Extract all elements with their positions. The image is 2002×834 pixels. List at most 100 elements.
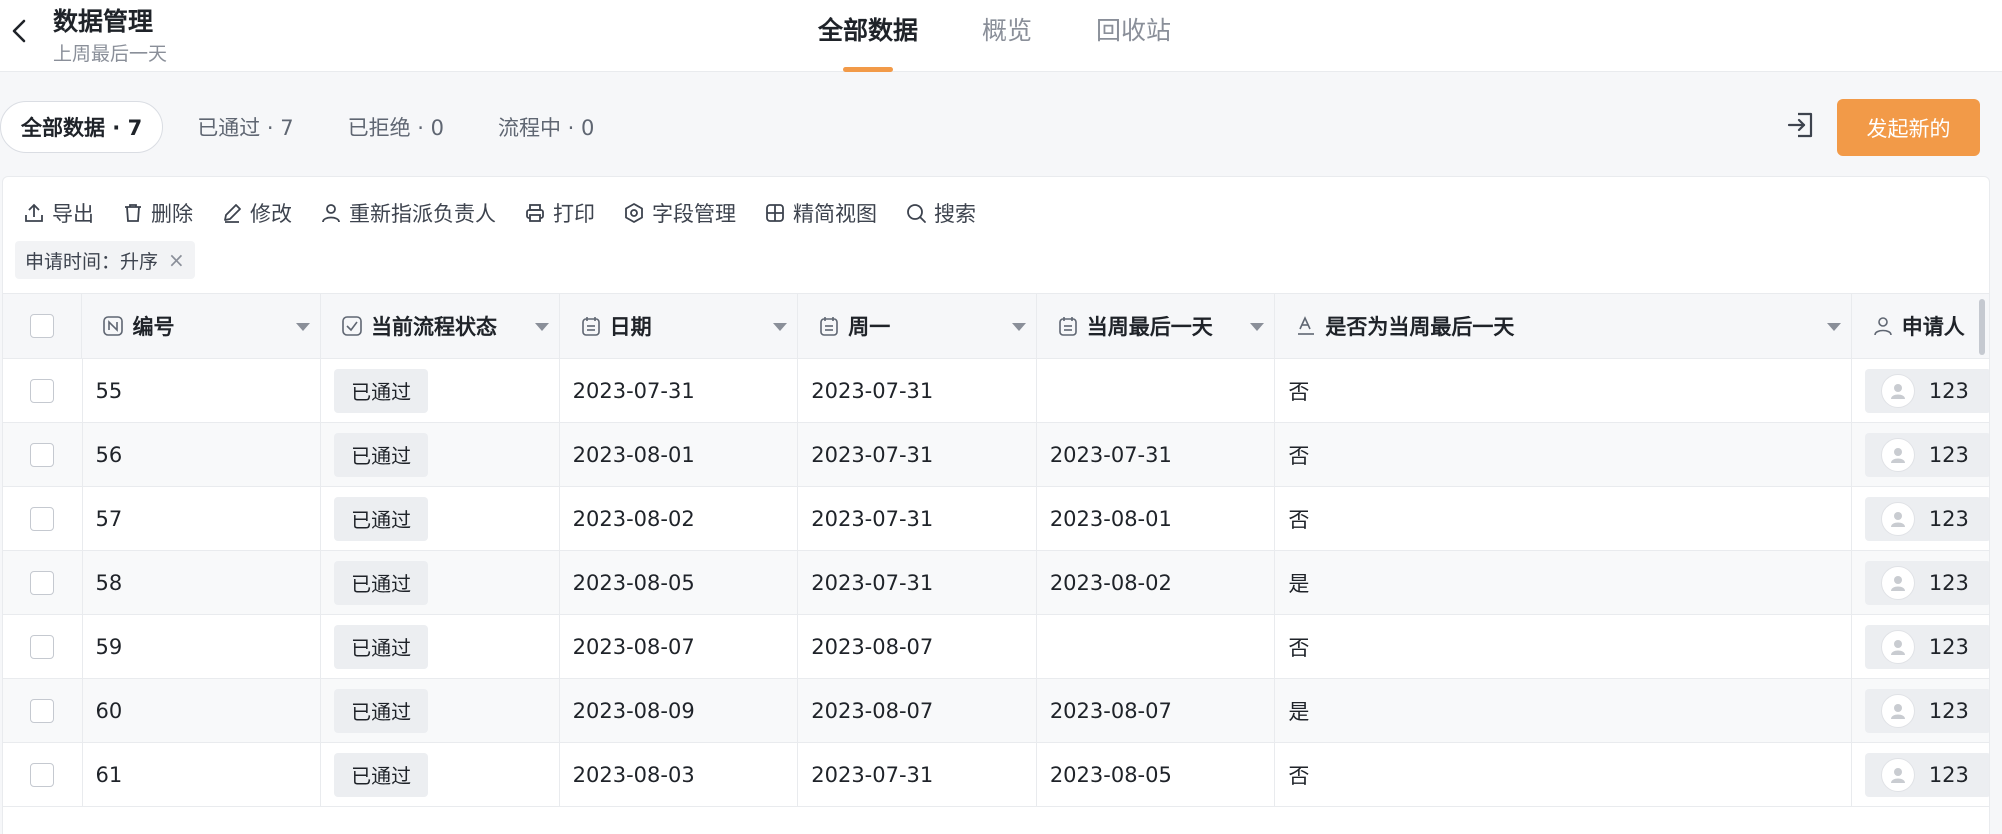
row-checkbox[interactable] bbox=[30, 506, 55, 531]
sort-caret-icon[interactable] bbox=[1826, 323, 1841, 331]
sort-caret-icon[interactable] bbox=[1250, 323, 1265, 331]
data-table: 编号 当前流程状态 日期 周一 当周最后一天 是否为当周最后一天 申请人 55 … bbox=[3, 293, 1989, 807]
tab-all-data[interactable]: 全部数据 bbox=[818, 0, 918, 72]
cell-week-last bbox=[1037, 615, 1276, 678]
cell-monday: 2023-07-31 bbox=[798, 551, 1037, 614]
applicant-chip[interactable]: 123 bbox=[1864, 368, 1989, 413]
cell-id: 55 bbox=[83, 359, 322, 422]
cell-monday: 2023-07-31 bbox=[798, 423, 1037, 486]
row-checkbox[interactable] bbox=[30, 442, 55, 467]
applicant-name: 123 bbox=[1928, 378, 1969, 403]
back-button[interactable] bbox=[6, 12, 32, 50]
upload-icon bbox=[25, 203, 43, 222]
sort-caret-icon[interactable] bbox=[773, 323, 788, 331]
print-button[interactable]: 打印 bbox=[524, 198, 595, 228]
export-button[interactable]: 导出 bbox=[23, 198, 94, 228]
status-filters: 全部数据 · 7 已通过 · 7 已拒绝 · 0 流程中 · 0 bbox=[0, 100, 628, 154]
applicant-chip[interactable]: 123 bbox=[1864, 688, 1989, 733]
page-title: 数据管理 bbox=[53, 7, 154, 36]
sort-chip: 申请时间：升序 × bbox=[15, 241, 195, 279]
cell-week-last: 2023-08-02 bbox=[1037, 551, 1276, 614]
row-checkbox[interactable] bbox=[30, 698, 55, 723]
cell-monday: 2023-07-31 bbox=[798, 487, 1037, 550]
column-header-date[interactable]: 日期 bbox=[560, 294, 799, 358]
row-select-cell bbox=[3, 423, 83, 486]
avatar-icon bbox=[1890, 383, 1905, 399]
row-select-cell bbox=[3, 551, 83, 614]
applicant-chip[interactable]: 123 bbox=[1864, 432, 1989, 477]
filter-rejected[interactable]: 已拒绝 · 0 bbox=[328, 101, 464, 153]
column-header-id[interactable]: 编号 bbox=[82, 294, 322, 358]
edit-button[interactable]: 修改 bbox=[221, 198, 292, 228]
table-row[interactable]: 55 已通过 2023-07-31 2023-07-31 否 123 bbox=[3, 359, 1989, 423]
avatar bbox=[1880, 437, 1915, 472]
sort-caret-icon[interactable] bbox=[1011, 323, 1026, 331]
select-all-checkbox[interactable] bbox=[30, 314, 55, 338]
search-label: 搜索 bbox=[934, 202, 976, 226]
row-checkbox[interactable] bbox=[30, 570, 55, 595]
column-header-week-last[interactable]: 当周最后一天 bbox=[1037, 294, 1276, 358]
user-icon bbox=[322, 204, 340, 223]
row-checkbox[interactable] bbox=[30, 762, 55, 787]
column-header-applicant[interactable]: 申请人 bbox=[1852, 294, 1989, 358]
search-button[interactable]: 搜索 bbox=[905, 198, 976, 228]
cell-monday: 2023-07-31 bbox=[798, 743, 1037, 806]
field-manage-label: 字段管理 bbox=[652, 202, 736, 226]
table-row[interactable]: 57 已通过 2023-08-02 2023-07-31 2023-08-01 … bbox=[3, 487, 1989, 551]
view-tabs: 全部数据 概览 回收站 bbox=[818, 0, 1235, 72]
cell-is-last: 否 bbox=[1275, 359, 1852, 422]
column-label: 当周最后一天 bbox=[1086, 315, 1213, 339]
applicant-chip[interactable]: 123 bbox=[1864, 496, 1989, 541]
close-icon[interactable]: × bbox=[168, 248, 185, 272]
top-header: 数据管理 上周最后一天 全部数据 概览 回收站 bbox=[0, 0, 2002, 72]
row-select-cell bbox=[3, 679, 83, 742]
cell-id: 57 bbox=[83, 487, 322, 550]
filter-in-progress[interactable]: 流程中 · 0 bbox=[478, 101, 614, 153]
avatar bbox=[1880, 501, 1915, 536]
cell-applicant: 123 bbox=[1852, 359, 1989, 422]
column-header-status[interactable]: 当前流程状态 bbox=[321, 294, 560, 358]
row-select-cell bbox=[3, 743, 83, 806]
cell-date: 2023-08-05 bbox=[560, 551, 799, 614]
table-row[interactable]: 59 已通过 2023-08-07 2023-08-07 否 123 bbox=[3, 615, 1989, 679]
applicant-chip[interactable]: 123 bbox=[1864, 752, 1989, 797]
table-row[interactable]: 58 已通过 2023-08-05 2023-07-31 2023-08-02 … bbox=[3, 551, 1989, 615]
cell-is-last: 是 bbox=[1275, 551, 1852, 614]
grid-icon bbox=[766, 204, 784, 222]
row-checkbox[interactable] bbox=[30, 378, 55, 403]
sort-chip-label: 申请时间：升序 bbox=[25, 250, 159, 273]
table-row[interactable]: 61 已通过 2023-08-03 2023-07-31 2023-08-05 … bbox=[3, 743, 1989, 807]
row-checkbox[interactable] bbox=[30, 634, 55, 659]
cell-status: 已通过 bbox=[321, 487, 560, 550]
tab-overview[interactable]: 概览 bbox=[982, 0, 1032, 72]
horizontal-scrollbar[interactable] bbox=[1979, 299, 1985, 355]
compact-view-label: 精简视图 bbox=[793, 202, 877, 226]
row-select-cell bbox=[3, 615, 83, 678]
import-icon[interactable] bbox=[1786, 110, 1816, 140]
table-body: 55 已通过 2023-07-31 2023-07-31 否 123 56 已通… bbox=[3, 359, 1989, 807]
field-manage-button[interactable]: 字段管理 bbox=[623, 198, 736, 228]
pencil-icon bbox=[224, 204, 241, 223]
cell-week-last: 2023-07-31 bbox=[1037, 423, 1276, 486]
sort-caret-icon[interactable] bbox=[296, 323, 311, 331]
filter-approved[interactable]: 已通过 · 7 bbox=[177, 101, 313, 153]
column-header-is-last[interactable]: 是否为当周最后一天 bbox=[1275, 294, 1852, 358]
cell-id: 59 bbox=[83, 615, 322, 678]
cell-status: 已通过 bbox=[321, 423, 560, 486]
tab-recycle-bin[interactable]: 回收站 bbox=[1096, 0, 1171, 72]
applicant-chip[interactable]: 123 bbox=[1864, 624, 1989, 669]
applicant-chip[interactable]: 123 bbox=[1864, 560, 1989, 605]
column-header-monday[interactable]: 周一 bbox=[798, 294, 1037, 358]
printer-icon bbox=[526, 204, 544, 222]
compact-view-button[interactable]: 精简视图 bbox=[764, 198, 877, 228]
reassign-button[interactable]: 重新指派负责人 bbox=[320, 198, 496, 228]
sort-caret-icon[interactable] bbox=[534, 323, 549, 331]
table-row[interactable]: 60 已通过 2023-08-09 2023-08-07 2023-08-07 … bbox=[3, 679, 1989, 743]
cell-applicant: 123 bbox=[1852, 615, 1989, 678]
start-new-button[interactable]: 发起新的 bbox=[1837, 99, 1980, 156]
filter-all[interactable]: 全部数据 · 7 bbox=[0, 101, 164, 153]
table-row[interactable]: 56 已通过 2023-08-01 2023-07-31 2023-07-31 … bbox=[3, 423, 1989, 487]
reassign-label: 重新指派负责人 bbox=[349, 202, 496, 226]
checkbox-field-icon bbox=[342, 316, 362, 336]
delete-button[interactable]: 删除 bbox=[122, 198, 193, 228]
